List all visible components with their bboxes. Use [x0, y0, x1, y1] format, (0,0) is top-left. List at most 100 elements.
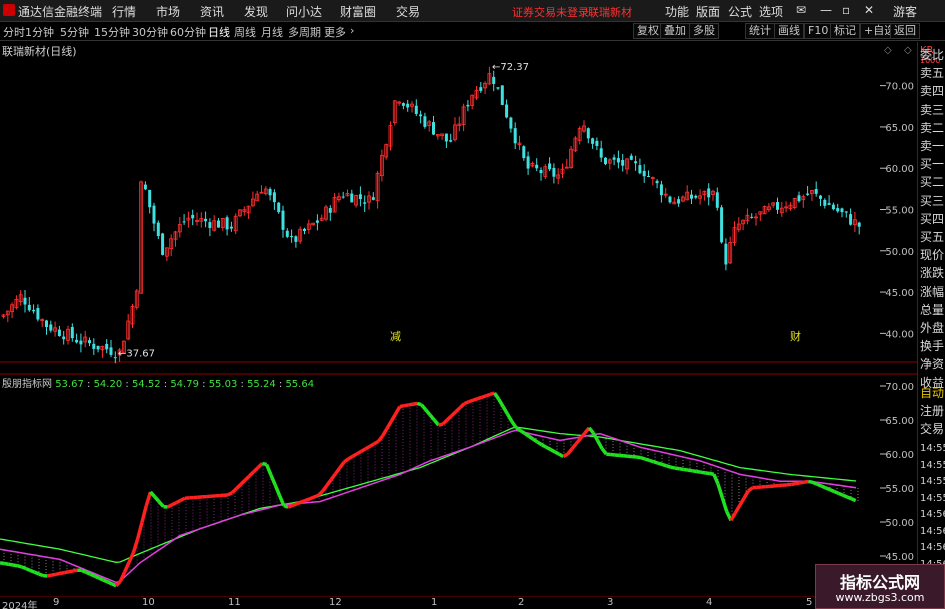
mail-icon[interactable]: ✉ [796, 3, 806, 17]
restore-icon[interactable]: ▫ [842, 3, 850, 17]
indicator-segment [80, 568, 87, 574]
login-warning[interactable]: 证券交易未登录 [512, 4, 589, 20]
candle-body [49, 324, 53, 331]
indicator-segment [450, 410, 458, 418]
candle-body [720, 207, 724, 243]
y-tick-label: 50.00 [885, 247, 914, 258]
panel-label: 买三 [920, 193, 945, 208]
indicator-value: 55.24 [247, 379, 276, 390]
tab-monthly[interactable]: 月线 [261, 24, 283, 40]
indicator-segment [458, 402, 466, 409]
panel-label: 买四 [920, 211, 945, 226]
guest-label[interactable]: 游客 [893, 3, 917, 20]
watermark-title: 指标公式网 [839, 573, 920, 592]
indicator-segment [20, 565, 27, 571]
indicator-segment [333, 466, 342, 475]
candle-body [586, 128, 590, 139]
candle-body [505, 104, 509, 118]
indicator-segment [833, 489, 840, 495]
candle-body [444, 133, 448, 142]
stats-button[interactable]: 统计 [745, 23, 775, 39]
menu-ask[interactable]: 问小达 [286, 3, 322, 20]
indicator-segment [454, 406, 462, 414]
tab-30min[interactable]: 30分钟 [132, 24, 168, 40]
panel-label[interactable]: 自动 [920, 386, 944, 400]
candle-body [358, 194, 362, 200]
indicator-segment [308, 495, 315, 501]
indicator-segment [179, 496, 186, 503]
panel-label[interactable]: 交易 [920, 422, 944, 436]
panel-label: 卖四 [920, 84, 945, 99]
x-axis: 2024年 9 10 11 12 1 2 3 4 5 [0, 597, 917, 609]
candle-body [191, 214, 195, 219]
candle-body [315, 220, 319, 223]
indicator-segment [329, 472, 337, 481]
menu-functions[interactable]: 功能 [665, 3, 689, 20]
tab-weekly[interactable]: 周线 [234, 24, 256, 40]
candle-body [423, 116, 427, 127]
menu-quotes[interactable]: 行情 [112, 3, 136, 20]
indicator-segment [8, 562, 14, 567]
title-bar: 通达信金融终端 行情 市场 资讯 发现 问小达 财富圈 交易 证券交易未登录 联… [0, 0, 945, 22]
indicator-segment [679, 467, 684, 472]
tab-5min[interactable]: 5分钟 [60, 24, 89, 40]
indicator-segment [570, 442, 578, 451]
candle-body [552, 167, 556, 177]
f10-button[interactable]: F10 [804, 23, 833, 39]
tab-15min[interactable]: 15分钟 [94, 24, 130, 40]
menu-options[interactable]: 选项 [759, 3, 783, 20]
back-button[interactable]: 返回 [890, 23, 920, 39]
y-tick-label: 70.00 [885, 382, 914, 393]
menu-formula[interactable]: 公式 [728, 3, 752, 20]
close-icon[interactable]: ✕ [864, 3, 874, 17]
panel-label[interactable]: 注册 [920, 404, 944, 418]
menu-news[interactable]: 资讯 [200, 3, 224, 20]
tab-daily[interactable]: 日线 [208, 24, 230, 40]
candle-body [109, 347, 113, 355]
candle-body [814, 189, 818, 194]
indicator-segment [846, 495, 853, 501]
tab-intraday[interactable]: 分时 [3, 24, 25, 40]
indicator-segment [135, 522, 144, 540]
overlay-button[interactable]: 叠加 [660, 23, 690, 39]
multi-stock-button[interactable]: 多股 [689, 23, 719, 39]
indicator-segment [683, 467, 689, 472]
menu-trade[interactable]: 交易 [396, 3, 420, 20]
candle-body [694, 195, 698, 198]
indicator-segment [716, 483, 725, 499]
indicator-segment [596, 439, 604, 450]
menu-layout[interactable]: 版面 [696, 3, 720, 20]
menu-wealth[interactable]: 财富圈 [340, 3, 376, 20]
chevron-right-icon[interactable]: › [350, 24, 354, 37]
indicator-segment [729, 512, 737, 522]
indicator-segment [687, 468, 693, 473]
menu-market[interactable]: 市场 [156, 3, 180, 20]
minimize-icon[interactable]: — [820, 3, 832, 17]
panel-label: 涨幅 [920, 284, 945, 299]
indicator-segment [273, 484, 282, 496]
tab-60min[interactable]: 60分钟 [170, 24, 206, 40]
indicator-segment [269, 474, 277, 486]
y-tick-label: 70.00 [885, 82, 914, 93]
tab-multi-period[interactable]: 多周期 [288, 24, 321, 40]
adjust-button[interactable]: 复权 [633, 23, 663, 39]
indicator-segment [696, 469, 702, 474]
x-tick: 4 [706, 597, 713, 608]
candle-body [143, 184, 147, 190]
y-tick-label: 55.00 [885, 206, 914, 217]
tab-more[interactable]: 更多 [324, 24, 346, 40]
tab-1min[interactable]: 1分钟 [25, 24, 54, 40]
candle-body [371, 197, 375, 200]
mark-button[interactable]: 标记 [830, 23, 860, 39]
indicator-segment [820, 484, 827, 490]
kline-chart[interactable]: 70.00 65.00 60.00 55.00 50.00 45.00 40.00 ←72.… [0, 42, 917, 609]
indicator-segment [640, 455, 646, 461]
x-tick: 5 [806, 597, 813, 608]
candle-body [522, 146, 526, 159]
indicator-segment [566, 447, 574, 456]
indicator-segment [472, 397, 478, 402]
draw-button[interactable]: 画线 [774, 23, 804, 39]
menu-discover[interactable]: 发现 [244, 3, 268, 20]
indicator-value: 54.79 [170, 379, 199, 390]
indicator-segment [733, 504, 742, 514]
